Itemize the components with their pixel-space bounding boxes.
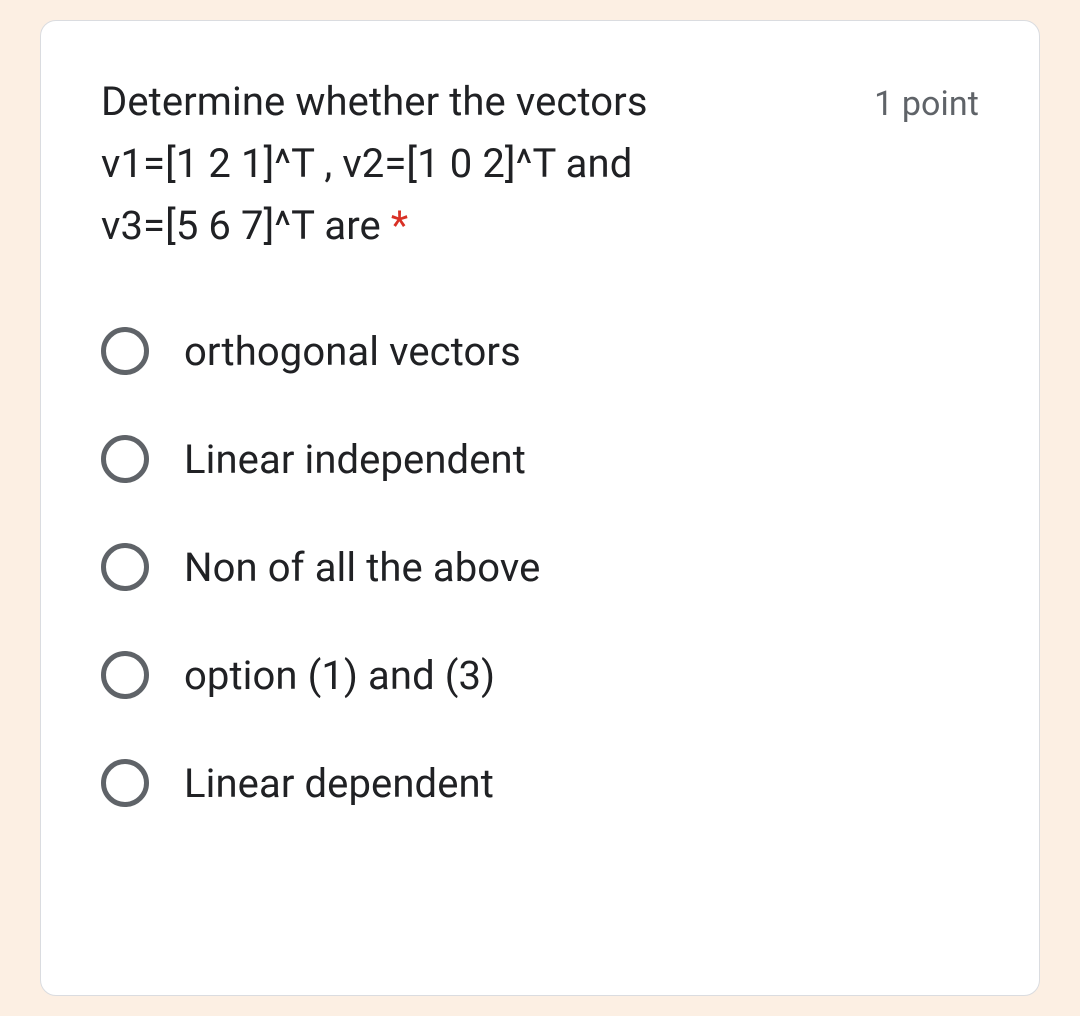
question-line-3-wrapper: v3=[5 6 7]^T are *: [101, 195, 979, 257]
question-line-3: v3=[5 6 7]^T are: [101, 202, 381, 249]
question-line-2: v1=[1 2 1]^T , v2=[1 0 2]^T and: [101, 133, 979, 195]
radio-icon: [101, 651, 149, 699]
option-label: Non of all the above: [184, 544, 540, 591]
option-row-1[interactable]: Linear independent: [101, 435, 979, 483]
question-line-1: Determine whether the vectors: [101, 71, 648, 133]
option-row-3[interactable]: option (1) and (3): [101, 651, 979, 699]
option-row-4[interactable]: Linear dependent: [101, 759, 979, 807]
question-text: Determine whether the vectors 1 point v1…: [101, 71, 979, 257]
option-row-0[interactable]: orthogonal vectors: [101, 327, 979, 375]
option-label: option (1) and (3): [184, 652, 495, 699]
option-label: Linear independent: [184, 436, 526, 483]
radio-icon: [101, 759, 149, 807]
required-asterisk: *: [391, 202, 408, 249]
question-first-line: Determine whether the vectors 1 point: [101, 71, 979, 133]
radio-icon: [101, 327, 149, 375]
option-row-2[interactable]: Non of all the above: [101, 543, 979, 591]
points-label: 1 point: [874, 78, 979, 131]
question-card: Determine whether the vectors 1 point v1…: [40, 20, 1040, 996]
radio-icon: [101, 435, 149, 483]
option-label: Linear dependent: [184, 760, 494, 807]
radio-icon: [101, 543, 149, 591]
option-label: orthogonal vectors: [184, 328, 521, 375]
options-container: orthogonal vectors Linear independent No…: [101, 327, 979, 807]
